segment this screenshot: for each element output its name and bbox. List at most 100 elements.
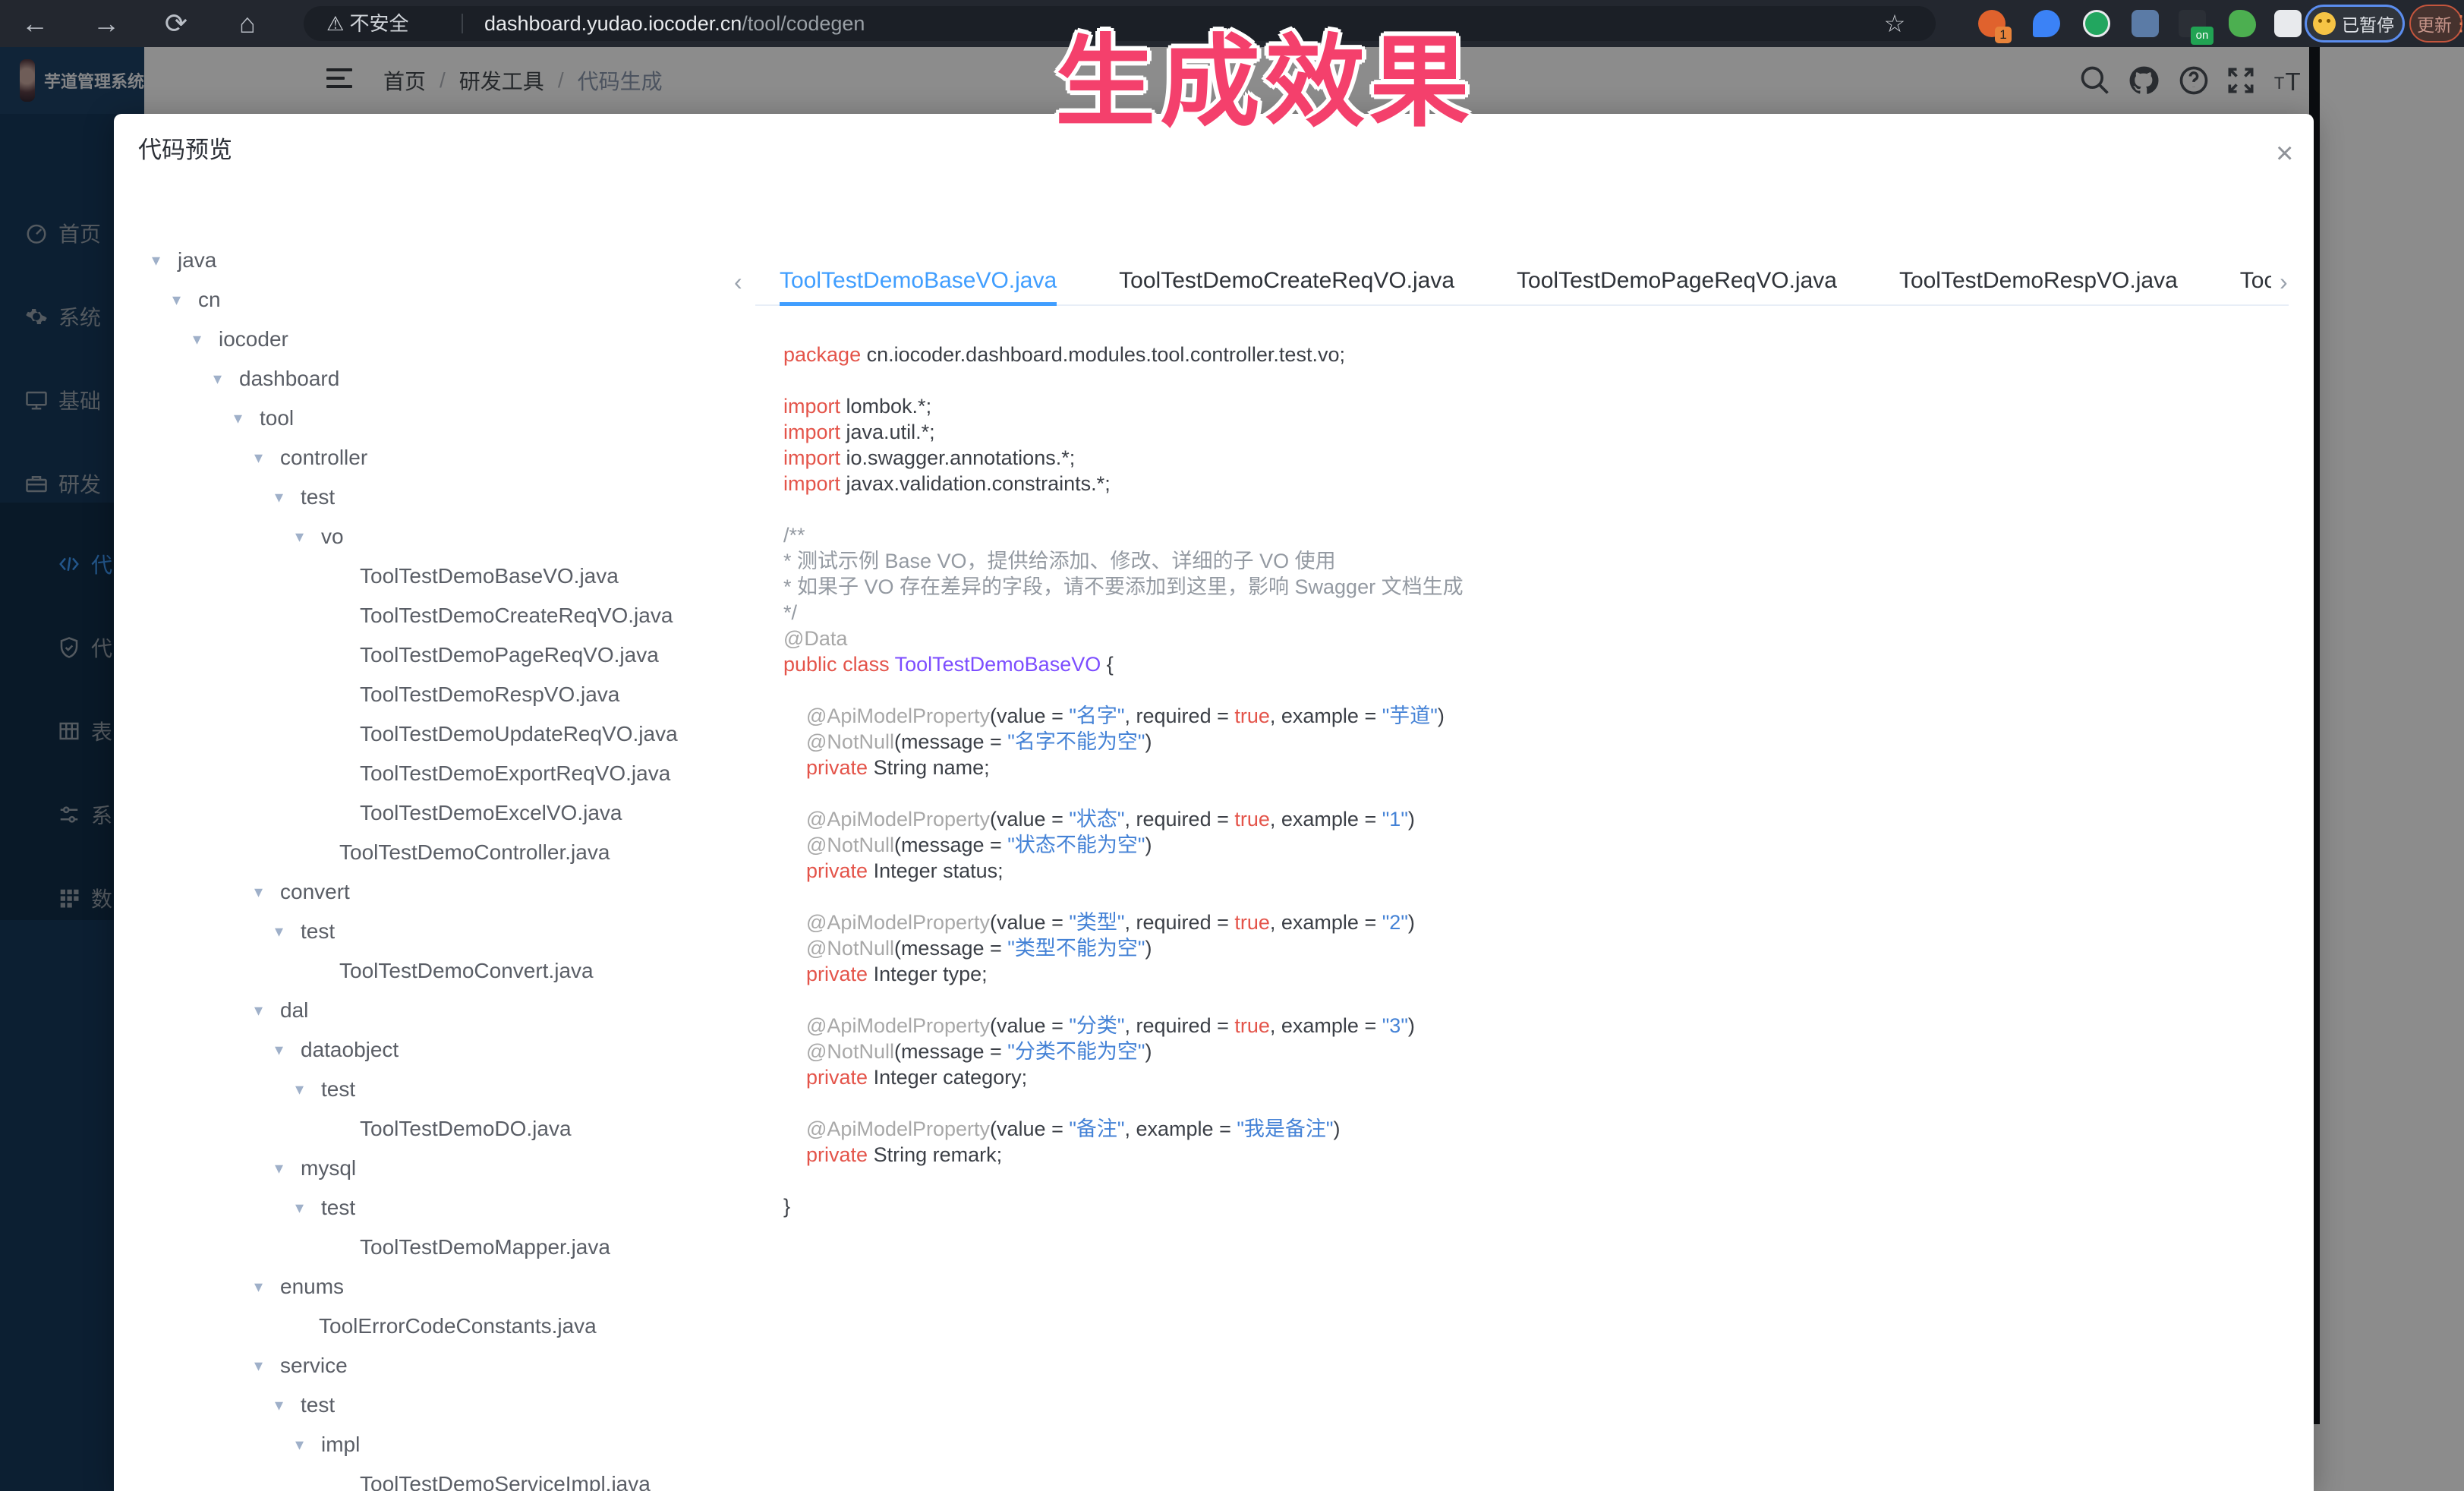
tree-node-label: mysql [301,1156,356,1181]
caret-down-icon[interactable]: ▾ [275,922,301,941]
tree-file-ToolTestDemoMapper.java[interactable]: ToolTestDemoMapper.java [152,1228,797,1267]
tree-node-label: ToolErrorCodeConstants.java [319,1314,597,1338]
caret-down-icon[interactable]: ▾ [193,329,219,349]
tree-node-label: ToolTestDemoController.java [339,840,610,865]
tree-file-ToolTestDemoBaseVO.java[interactable]: ToolTestDemoBaseVO.java [152,556,797,596]
browser-back-icon[interactable]: ← [12,0,58,47]
caret-down-icon[interactable]: ▾ [254,1356,280,1376]
tree-file-ToolTestDemoPageReqVO.java[interactable]: ToolTestDemoPageReqVO.java [152,635,797,675]
tree-node-label: dashboard [239,367,339,391]
tabs-scroll-left-icon[interactable]: ‹ [734,268,742,296]
tab-ToolTestDemoCreateReqVO.java[interactable]: ToolTestDemoCreateReqVO.java [1119,262,1454,306]
code-line-28: @NotNull(message = "分类不能为空") [783,1039,2294,1064]
tree-folder-vo[interactable]: ▾vo [152,517,797,556]
tree-file-ToolTestDemoUpdateReqVO.java[interactable]: ToolTestDemoUpdateReqVO.java [152,714,797,754]
extension-icon-1[interactable]: 1 [1978,10,2006,37]
caret-down-icon[interactable]: ▾ [295,1435,321,1455]
code-line-33 [783,1168,2294,1193]
code-line-5: import io.swagger.annotations.*; [783,445,2294,471]
tree-folder-dal[interactable]: ▾dal [152,991,797,1030]
tabs-scroll-right-icon[interactable]: › [2280,268,2288,296]
code-line-27: @ApiModelProperty(value = "分类", required… [783,1013,2294,1039]
tree-file-ToolTestDemoExcelVO.java[interactable]: ToolTestDemoExcelVO.java [152,793,797,833]
dialog-title: 代码预览 [138,131,232,165]
caret-down-icon[interactable]: ▾ [295,1080,321,1099]
tree-node-label: ToolTestDemoBaseVO.java [360,564,619,588]
caret-down-icon[interactable]: ▾ [275,1040,301,1060]
caret-down-icon[interactable]: ▾ [275,487,301,507]
code-line-20: @NotNull(message = "状态不能为空") [783,832,2294,858]
profile-paused-chip[interactable]: 已暂停 [2305,5,2405,43]
tree-node-label: dataobject [301,1038,399,1062]
file-tree: ▾java▾cn▾iocoder▾dashboard▾tool▾controll… [152,241,797,1491]
caret-down-icon[interactable]: ▾ [254,1001,280,1020]
tree-file-ToolTestDemoDO.java[interactable]: ToolTestDemoDO.java [152,1109,797,1149]
tree-folder-test[interactable]: ▾test [152,1188,797,1228]
tree-folder-iocoder[interactable]: ▾iocoder [152,320,797,359]
tab-ToolTe[interactable]: ToolTe [2240,262,2271,306]
caret-down-icon[interactable]: ▾ [275,1158,301,1178]
tree-folder-tool[interactable]: ▾tool [152,399,797,438]
tree-file-ToolTestDemoServiceImpl.java[interactable]: ToolTestDemoServiceImpl.java [152,1464,797,1491]
extension-icon-6[interactable] [2229,10,2256,37]
caret-down-icon[interactable]: ▾ [213,369,239,389]
bookmark-star-icon[interactable]: ☆ [1872,0,1917,47]
tree-file-ToolTestDemoExportReqVO.java[interactable]: ToolTestDemoExportReqVO.java [152,754,797,793]
url-text: dashboard.yudao.iocoder.cn/tool/codegen [484,6,865,41]
caret-down-icon[interactable]: ▾ [152,251,178,270]
browser-forward-icon[interactable]: → [83,0,129,47]
tree-folder-enums[interactable]: ▾enums [152,1267,797,1307]
tree-file-ToolTestDemoController.java[interactable]: ToolTestDemoController.java [152,833,797,872]
caret-down-icon[interactable]: ▾ [254,1277,280,1297]
caret-down-icon[interactable]: ▾ [295,527,321,547]
extensions-puzzle-icon[interactable] [2274,10,2302,37]
extension-icon-2[interactable] [2033,10,2060,37]
tree-folder-test[interactable]: ▾test [152,912,797,951]
browser-menu-icon[interactable]: ⋮ [2450,5,2464,43]
tree-folder-test[interactable]: ▾test [152,1070,797,1109]
tree-folder-dataobject[interactable]: ▾dataobject [152,1030,797,1070]
caret-down-icon[interactable]: ▾ [254,882,280,902]
tree-folder-dashboard[interactable]: ▾dashboard [152,359,797,399]
tree-folder-impl[interactable]: ▾impl [152,1425,797,1464]
extension-badge: 1 [1995,27,2012,43]
caret-down-icon[interactable]: ▾ [234,408,260,428]
tree-file-ToolErrorCodeConstants.java[interactable]: ToolErrorCodeConstants.java [152,1307,797,1346]
code-line-14 [783,677,2294,703]
tree-folder-java[interactable]: ▾java [152,241,797,280]
code-line-6: import javax.validation.constraints.*; [783,471,2294,496]
extension-icon-3[interactable] [2083,10,2110,37]
caret-down-icon[interactable]: ▾ [172,290,198,310]
browser-reload-icon[interactable]: ⟳ [153,0,199,47]
caret-down-icon[interactable]: ▾ [275,1395,301,1415]
tree-folder-convert[interactable]: ▾convert [152,872,797,912]
tab-ToolTestDemoPageReqVO.java[interactable]: ToolTestDemoPageReqVO.java [1517,262,1837,306]
tree-file-ToolTestDemoCreateReqVO.java[interactable]: ToolTestDemoCreateReqVO.java [152,596,797,635]
tree-node-label: ToolTestDemoPageReqVO.java [360,643,659,667]
tree-folder-test[interactable]: ▾test [152,1385,797,1425]
tree-folder-controller[interactable]: ▾controller [152,438,797,478]
code-line-12: @Data [783,626,2294,651]
tree-folder-service[interactable]: ▾service [152,1346,797,1385]
caret-down-icon[interactable]: ▾ [254,448,280,468]
tree-folder-test[interactable]: ▾test [152,478,797,517]
caret-down-icon[interactable]: ▾ [295,1198,321,1218]
tree-node-label: controller [280,446,367,470]
tree-folder-mysql[interactable]: ▾mysql [152,1149,797,1188]
browser-home-icon[interactable]: ⌂ [225,0,270,47]
tree-node-label: service [280,1354,348,1378]
tab-ToolTestDemoBaseVO.java[interactable]: ToolTestDemoBaseVO.java [780,262,1057,306]
screenshot-stage: ← → ⟳ ⌂ ⚠ 不安全 dashboard.yudao.iocoder.cn… [0,0,2464,1491]
code-line-4: import java.util.*; [783,419,2294,445]
security-warning[interactable]: ⚠ 不安全 [326,6,409,41]
close-icon[interactable]: × [2276,138,2293,169]
tab-ToolTestDemoRespVO.java[interactable]: ToolTestDemoRespVO.java [1899,262,2178,306]
tree-file-ToolTestDemoRespVO.java[interactable]: ToolTestDemoRespVO.java [152,675,797,714]
tree-folder-cn[interactable]: ▾cn [152,280,797,320]
tree-node-label: iocoder [219,327,288,351]
tree-file-ToolTestDemoConvert.java[interactable]: ToolTestDemoConvert.java [152,951,797,991]
extension-icon-5[interactable]: on [2179,10,2206,37]
code-line-18 [783,780,2294,806]
extension-icon-4[interactable] [2132,10,2159,37]
code-line-15: @ApiModelProperty(value = "名字", required… [783,703,2294,729]
